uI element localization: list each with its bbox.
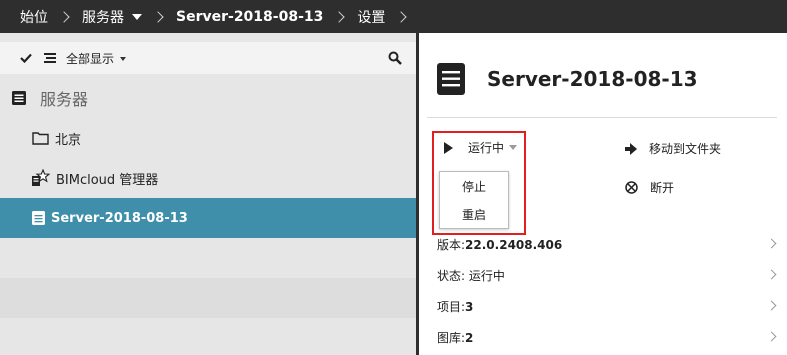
detail-panel: Server-2018-08-13 运行中 停止 重启 移动到文件夹 断开 版本… xyxy=(419,33,787,355)
property-value: 3 xyxy=(465,299,474,314)
section-title-label: 服务器 xyxy=(40,90,89,109)
chevron-right-icon xyxy=(335,12,345,22)
empty-row xyxy=(0,238,416,278)
chevron-right-icon xyxy=(766,331,777,342)
status-menu: 停止 重启 xyxy=(439,171,509,229)
menu-item-restart[interactable]: 重启 xyxy=(440,200,508,228)
arrow-right-icon xyxy=(625,142,637,155)
server-icon xyxy=(32,211,45,225)
tree-item-manager[interactable]: BIMcloud 管理器 xyxy=(0,158,416,198)
checkmark-icon[interactable] xyxy=(20,53,32,63)
play-icon xyxy=(444,141,453,154)
tree-item-label: Server-2018-08-13 xyxy=(51,210,188,226)
tree-item-label: BIMcloud 管理器 xyxy=(56,172,159,188)
menu-item-stop[interactable]: 停止 xyxy=(440,172,508,200)
property-projects[interactable]: 项目: 3 xyxy=(437,291,777,322)
server-icon xyxy=(437,63,465,95)
property-value: 22.0.2408.406 xyxy=(465,237,563,252)
property-key: 项目: xyxy=(437,300,466,314)
left-panel: 全部显示 服务器 北京 BIMcloud 管理器 Server-2018-08-… xyxy=(0,33,416,355)
property-key: 状态: 运行中 xyxy=(437,269,505,283)
status-label: 运行中 xyxy=(468,141,505,155)
show-all-dropdown[interactable]: 全部显示 xyxy=(66,50,114,67)
chevron-right-icon xyxy=(60,12,70,22)
move-to-folder-button[interactable]: 移动到文件夹 xyxy=(625,140,721,157)
caret-down-icon[interactable] xyxy=(120,56,127,61)
disconnect-button[interactable]: 断开 xyxy=(625,179,674,196)
section-title: 服务器 xyxy=(0,78,416,118)
breadcrumb-item-server[interactable]: Server-2018-08-13 xyxy=(176,9,323,25)
property-libraries[interactable]: 图库: 2 xyxy=(437,322,777,353)
breadcrumb: 始位 服务器 Server-2018-08-13 设置 xyxy=(0,0,787,33)
property-version[interactable]: 版本: 22.0.2408.406 xyxy=(437,229,777,260)
property-status[interactable]: 状态: 运行中 xyxy=(437,260,777,291)
manager-icon xyxy=(32,169,50,186)
server-icon xyxy=(12,91,26,105)
property-key: 图库: xyxy=(437,331,466,345)
divider-line xyxy=(427,117,777,118)
chevron-right-icon xyxy=(766,269,777,280)
tree-item-folder[interactable]: 北京 xyxy=(0,118,416,158)
page-title: Server-2018-08-13 xyxy=(487,67,698,91)
list-toolbar: 全部显示 xyxy=(0,42,416,74)
tree-item-server-selected[interactable]: Server-2018-08-13 xyxy=(0,198,416,238)
property-key: 版本: xyxy=(437,238,466,252)
breadcrumb-item-home[interactable]: 始位 xyxy=(20,7,48,27)
list-icon[interactable] xyxy=(44,53,56,63)
property-value: 2 xyxy=(465,330,474,345)
tree-item-label: 北京 xyxy=(55,132,82,148)
disconnect-icon xyxy=(625,181,638,194)
breadcrumb-item-settings[interactable]: 设置 xyxy=(357,7,385,27)
chevron-right-icon xyxy=(766,238,777,249)
search-icon[interactable] xyxy=(388,51,402,65)
action-label: 移动到文件夹 xyxy=(649,142,722,156)
detail-header: Server-2018-08-13 xyxy=(437,63,698,95)
caret-down-icon[interactable] xyxy=(132,13,142,20)
breadcrumb-item-servers[interactable]: 服务器 xyxy=(82,7,124,27)
action-label: 断开 xyxy=(650,181,675,195)
chevron-right-icon xyxy=(154,12,164,22)
caret-down-icon xyxy=(509,145,518,150)
empty-row xyxy=(0,278,416,318)
status-dropdown[interactable]: 运行中 xyxy=(444,139,518,156)
chevron-right-icon xyxy=(397,12,407,22)
empty-row xyxy=(0,318,416,355)
chevron-right-icon xyxy=(766,300,777,311)
folder-icon xyxy=(32,132,49,145)
